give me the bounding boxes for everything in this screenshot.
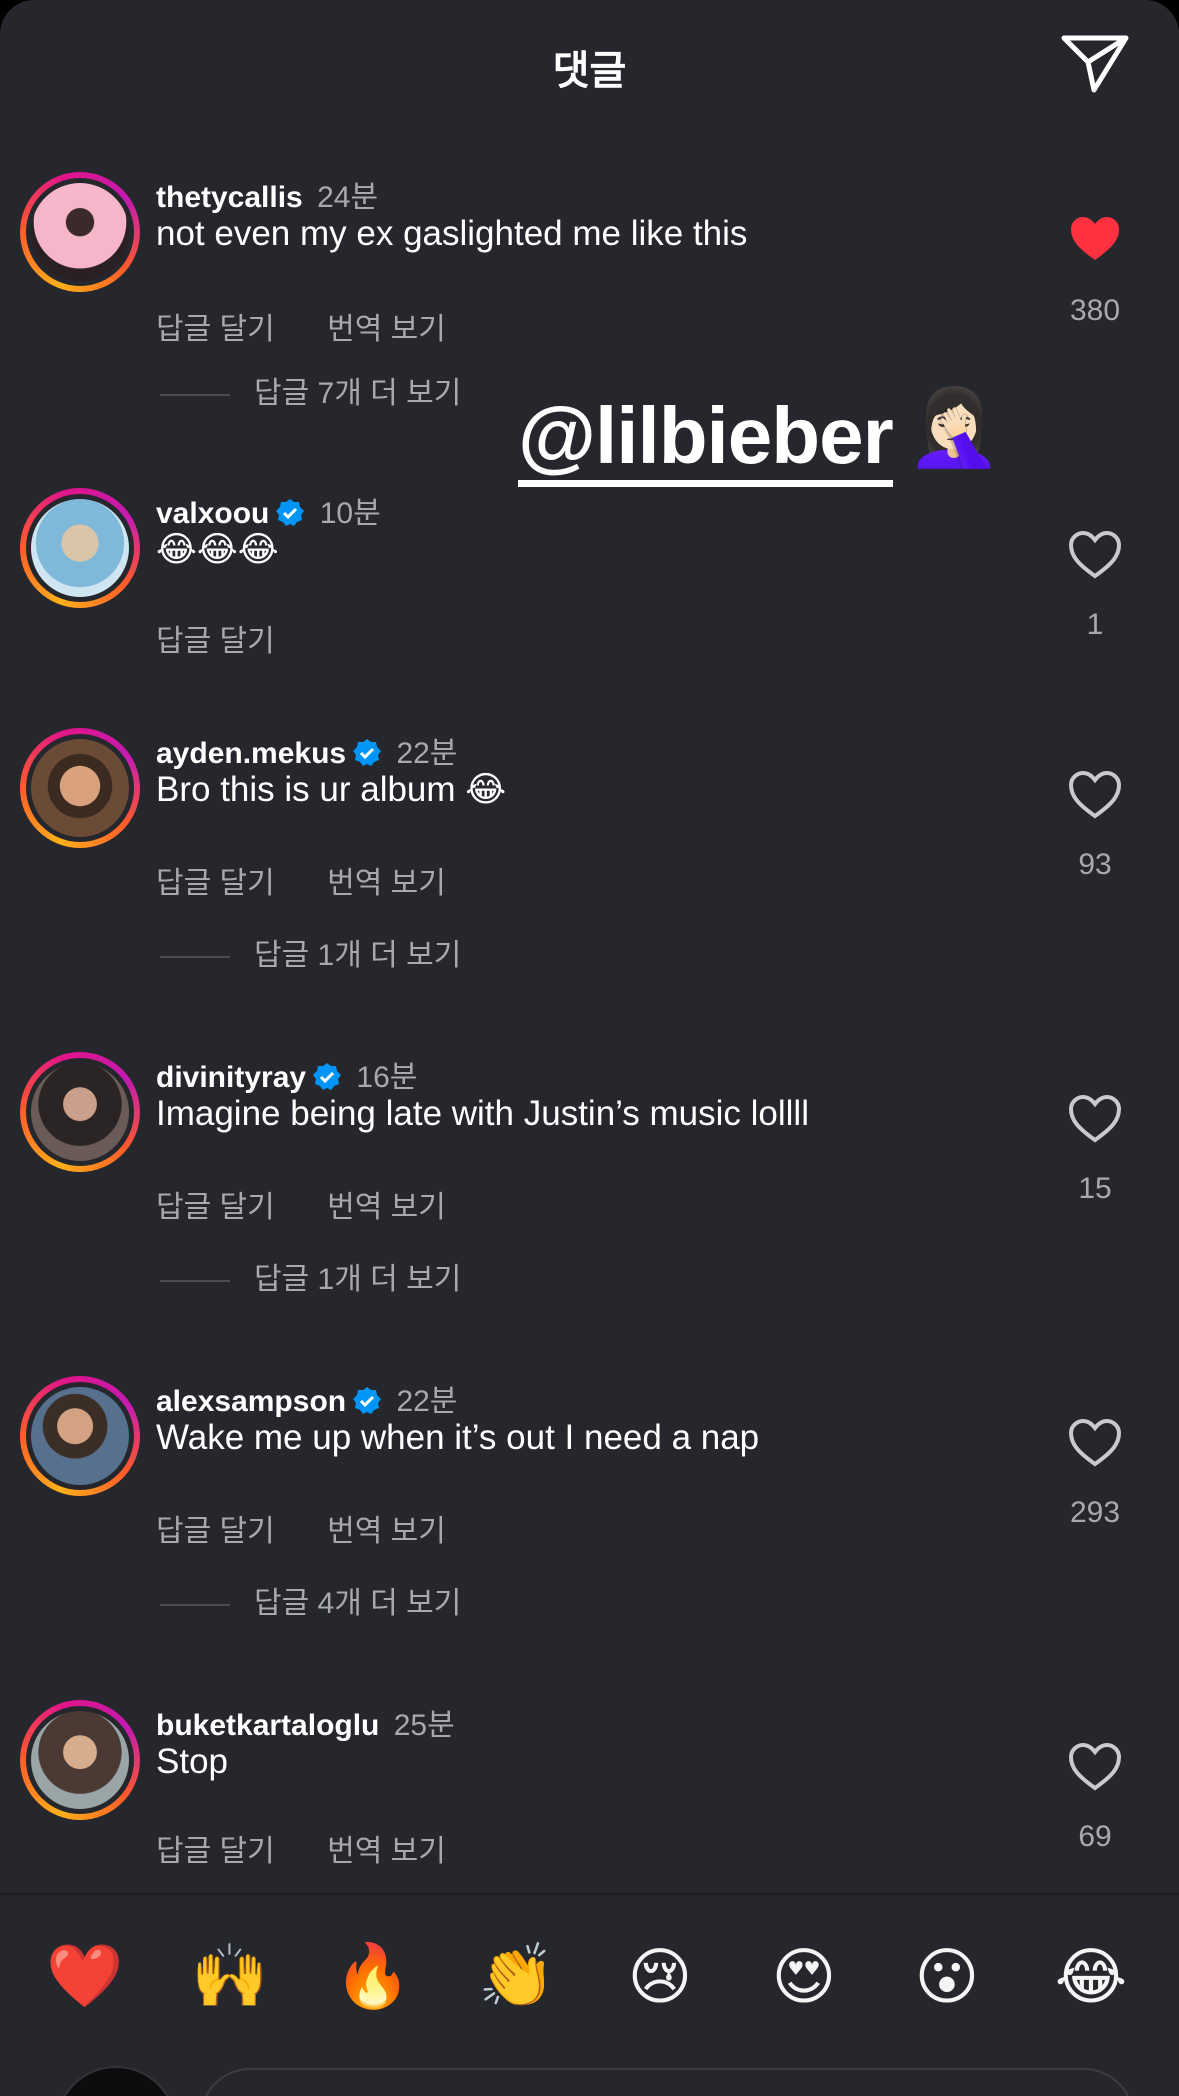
composer-divider: [0, 1893, 1179, 1895]
comment-item: thetycallis 24분 not even my ex gaslighte…: [0, 172, 1179, 412]
comment-item: alexsampson 22분 Wake me up when it’s out…: [0, 1376, 1179, 1620]
sticker-handle: @lilbieber: [518, 394, 894, 487]
reply-button[interactable]: 답글 달기: [156, 1515, 275, 1548]
timestamp: 24분: [317, 181, 379, 214]
reply-button[interactable]: 답글 달기: [156, 313, 275, 346]
heart-outline-icon[interactable]: [1068, 1742, 1122, 1792]
heart-outline-icon[interactable]: [1068, 770, 1122, 820]
reply-button[interactable]: 답글 달기: [156, 1835, 275, 1868]
comments-sheet: 댓글 thetycallis 24분 not even my ex gaslig…: [0, 0, 1179, 2096]
like-count: 69: [1078, 1820, 1112, 1853]
verified-badge-icon: [353, 739, 382, 766]
translate-button[interactable]: 번역 보기: [327, 867, 446, 900]
username[interactable]: divinityray: [156, 1061, 306, 1094]
heart-filled-icon[interactable]: [1068, 214, 1122, 264]
heart-eyes-reaction-button[interactable]: 😍: [759, 1940, 849, 2013]
username[interactable]: valxoou: [156, 497, 269, 530]
comment-item: divinityray 16분 Imagine being late with …: [0, 1052, 1179, 1296]
reply-button[interactable]: 답글 달기: [156, 625, 275, 658]
replies-divider: [160, 1280, 230, 1283]
avatar[interactable]: [20, 172, 140, 292]
crying-reaction-button[interactable]: 😢: [615, 1940, 705, 2013]
like-count: 15: [1078, 1172, 1112, 1205]
like-count: 380: [1069, 294, 1121, 327]
timestamp: 10분: [319, 497, 381, 530]
avatar[interactable]: [20, 728, 140, 848]
translate-button[interactable]: 번역 보기: [327, 313, 446, 346]
timestamp: 25분: [393, 1709, 455, 1742]
timestamp: 22분: [396, 737, 458, 770]
replies-divider: [160, 394, 230, 397]
laughing-reaction-button[interactable]: 😂: [1046, 1940, 1136, 2013]
translate-button[interactable]: 번역 보기: [327, 1835, 446, 1868]
heart-outline-icon[interactable]: [1068, 1094, 1122, 1144]
comment-text: 😂😂😂: [156, 530, 279, 569]
replies-divider: [160, 1604, 230, 1607]
comment-item: buketkartaloglu 25분 Stop 답글 달기 번역 보기 69: [0, 1700, 1179, 1880]
username[interactable]: buketkartaloglu: [156, 1709, 379, 1742]
view-more-replies-label: 답글 4개 더 보기: [254, 1587, 462, 1620]
page-title: 댓글: [552, 49, 627, 93]
avatar[interactable]: [20, 1700, 140, 1820]
comment-text: Bro this is ur album 😂: [156, 770, 507, 809]
username[interactable]: alexsampson: [156, 1385, 346, 1418]
comment-text: Wake me up when it’s out I need a nap: [156, 1418, 760, 1457]
translate-button[interactable]: 번역 보기: [327, 1191, 446, 1224]
reply-button[interactable]: 답글 달기: [156, 867, 275, 900]
heart-outline-icon[interactable]: [1068, 1418, 1122, 1468]
clap-reaction-button[interactable]: 👏: [472, 1940, 562, 2013]
timestamp: 22분: [396, 1385, 458, 1418]
verified-badge-icon: [313, 1063, 342, 1090]
comments-header: 댓글: [0, 0, 1179, 130]
quick-reaction-bar: ❤️ 🙌 🔥 👏 😢 😍 😮 😂: [0, 1940, 1179, 2020]
timestamp: 16분: [356, 1061, 418, 1094]
replies-divider: [160, 956, 230, 959]
comment-text: Imagine being late with Justin’s music l…: [156, 1094, 809, 1133]
fire-reaction-button[interactable]: 🔥: [328, 1940, 418, 2013]
translate-button[interactable]: 번역 보기: [327, 1515, 446, 1548]
view-more-replies-label: 답글 1개 더 보기: [254, 939, 462, 972]
comment-text: not even my ex gaslighted me like this: [156, 214, 748, 253]
comment-item: ayden.mekus 22분 Bro this is ur album 😂 답…: [0, 728, 1179, 972]
like-count: 293: [1069, 1496, 1121, 1529]
avatar[interactable]: [20, 1052, 140, 1172]
username[interactable]: thetycallis: [156, 181, 303, 214]
username[interactable]: ayden.mekus: [156, 737, 346, 770]
heart-outline-icon[interactable]: [1068, 530, 1122, 580]
facepalm-emoji: 🤦🏻‍♀️: [906, 385, 1002, 470]
reply-button[interactable]: 답글 달기: [156, 1191, 275, 1224]
mention-sticker: @lilbieber 🤦🏻‍♀️: [518, 382, 1001, 487]
send-icon[interactable]: [1060, 32, 1130, 94]
like-count: 1: [1086, 608, 1104, 641]
view-more-replies-label: 답글 1개 더 보기: [254, 1263, 462, 1296]
comment-item: valxoou 10분 😂😂😂 답글 달기 1: [0, 488, 1179, 658]
view-more-replies-button[interactable]: 답글 7개 더 보기: [160, 368, 461, 412]
surprised-reaction-button[interactable]: 😮: [902, 1940, 992, 2013]
view-more-replies-button[interactable]: 답글 1개 더 보기: [160, 1254, 461, 1298]
view-more-replies-button[interactable]: 답글 4개 더 보기: [160, 1578, 461, 1622]
composer-avatar: [55, 2066, 177, 2096]
raising-hands-reaction-button[interactable]: 🙌: [185, 1940, 275, 2013]
comment-input[interactable]: [200, 2068, 1134, 2096]
verified-badge-icon: [276, 499, 305, 526]
comment-text: Stop: [156, 1742, 228, 1781]
like-count: 93: [1078, 848, 1112, 881]
avatar[interactable]: [20, 1376, 140, 1496]
avatar[interactable]: [20, 488, 140, 608]
view-more-replies-label: 답글 7개 더 보기: [254, 377, 462, 410]
verified-badge-icon: [353, 1387, 382, 1414]
view-more-replies-button[interactable]: 답글 1개 더 보기: [160, 930, 461, 974]
heart-reaction-button[interactable]: ❤️: [40, 1940, 130, 2013]
